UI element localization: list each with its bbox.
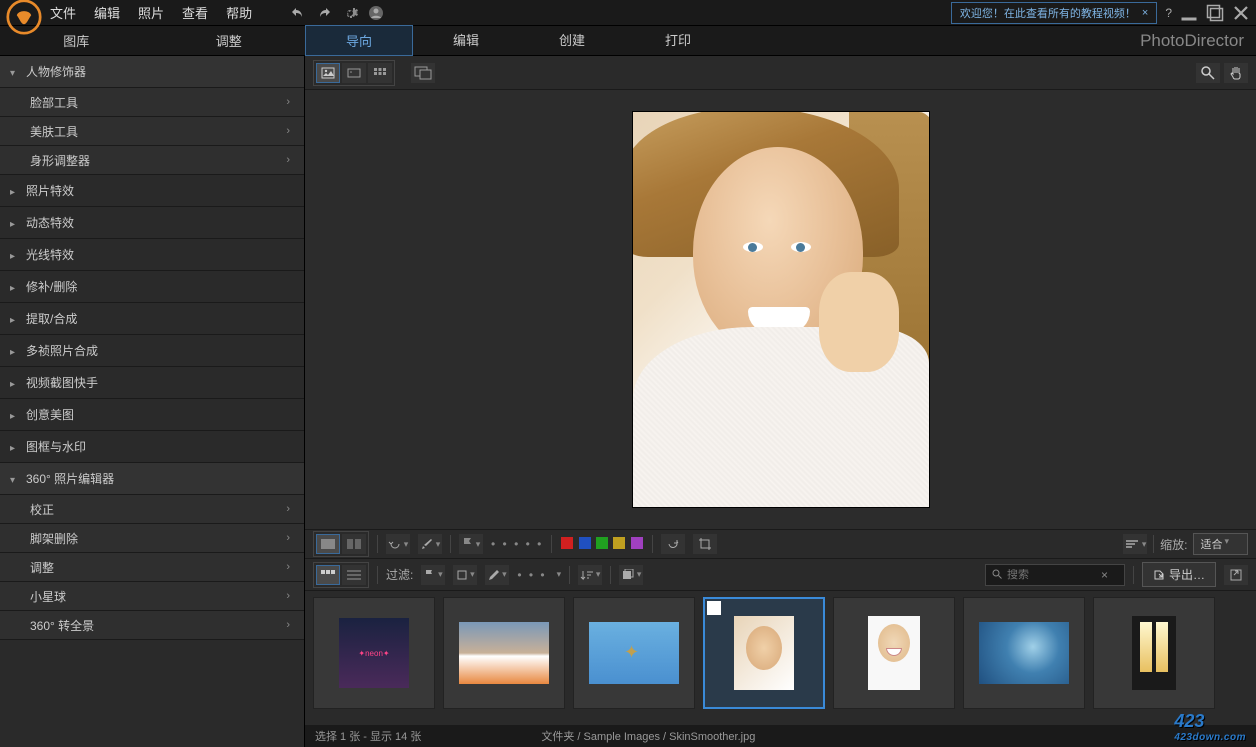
thumbnail-5[interactable] [833, 597, 955, 709]
search-box[interactable]: × [985, 564, 1125, 586]
sidebar-body-shaper[interactable]: 身形调整器› [0, 146, 304, 175]
sort-order-icon[interactable]: ▾ [578, 565, 602, 585]
status-path: 文件夹 / Sample Images / SkinSmoother.jpg [541, 728, 755, 744]
zoom-tool-icon[interactable] [1196, 63, 1220, 83]
main-photo [632, 111, 930, 508]
pan-tool-icon[interactable] [1224, 63, 1248, 83]
thumbnail-2[interactable] [443, 597, 565, 709]
menu-file[interactable]: 文件 [50, 3, 76, 22]
export-button[interactable]: 导出… [1142, 562, 1216, 587]
tab-adjust[interactable]: 调整 [198, 27, 260, 54]
search-clear-icon[interactable]: × [1101, 568, 1108, 582]
sidebar-360-editor[interactable]: 360° 照片编辑器 [0, 463, 304, 495]
export-icon [1153, 569, 1165, 581]
filter-label-icon[interactable]: ▾ [453, 565, 477, 585]
zoom-select[interactable]: 适合 ▾ [1193, 533, 1248, 555]
sidebar-skin-tools[interactable]: 美肤工具› [0, 117, 304, 146]
stack-icon[interactable]: ▾ [619, 565, 643, 585]
sidebar-photo-effects[interactable]: 照片特效 [0, 175, 304, 207]
welcome-text: 欢迎您！在此查看所有的教程视频！ [960, 5, 1136, 21]
maximize-button[interactable] [1206, 4, 1224, 22]
view-grid-icon[interactable] [368, 63, 392, 83]
refresh-icon[interactable] [661, 534, 685, 554]
tab-edit[interactable]: 编辑 [413, 25, 519, 56]
sidebar-360-to-panorama[interactable]: 360° 转全景› [0, 611, 304, 640]
sidebar-light-effects[interactable]: 光线特效 [0, 239, 304, 271]
share-icon[interactable] [1224, 565, 1248, 585]
menu-photo[interactable]: 照片 [138, 3, 164, 22]
view-compare-icon[interactable] [342, 63, 366, 83]
thumbnail-3[interactable]: ✦ [573, 597, 695, 709]
close-button[interactable] [1232, 4, 1250, 22]
color-labels[interactable] [560, 537, 643, 552]
view-single-icon[interactable] [316, 63, 340, 83]
layout-single-icon[interactable] [316, 534, 340, 554]
thumbnail-7[interactable] [1093, 597, 1215, 709]
search-input[interactable] [1007, 569, 1097, 581]
crop-icon[interactable] [693, 534, 717, 554]
user-icon[interactable] [368, 5, 384, 21]
selected-badge-icon [707, 601, 721, 615]
status-selection: 选择 1 张 - 显示 14 张 [315, 728, 421, 744]
menu-edit[interactable]: 编辑 [94, 3, 120, 22]
filter-flag-icon[interactable]: ▾ [421, 565, 445, 585]
sidebar-frame-watermark[interactable]: 图框与水印 [0, 431, 304, 463]
layout-split-icon[interactable] [342, 534, 366, 554]
undo-icon[interactable] [290, 5, 306, 21]
thumbnail-4[interactable] [703, 597, 825, 709]
sidebar-360-adjust[interactable]: 调整› [0, 553, 304, 582]
sidebar-360-tripod-remove[interactable]: 脚架删除› [0, 524, 304, 553]
flag-icon[interactable]: ▾ [459, 534, 483, 554]
sidebar-multi-frame[interactable]: 多祯照片合成 [0, 335, 304, 367]
sidebar: 人物修饰器 脸部工具› 美肤工具› 身形调整器› 照片特效 动态特效 光线特效 … [0, 56, 305, 747]
sidebar-360-correction[interactable]: 校正› [0, 495, 304, 524]
thumbnail-strip: ✦neon✦ ✦ [305, 591, 1256, 725]
label-yellow[interactable] [613, 537, 625, 549]
label-purple[interactable] [631, 537, 643, 549]
tab-library[interactable]: 图库 [45, 27, 107, 54]
thumb-view-grid-icon[interactable] [316, 565, 340, 585]
tab-create[interactable]: 创建 [519, 25, 625, 56]
tab-print[interactable]: 打印 [625, 25, 731, 56]
sidebar-animation-effects[interactable]: 动态特效 [0, 207, 304, 239]
settings-icon[interactable] [342, 5, 358, 21]
menu-view[interactable]: 查看 [182, 3, 208, 22]
welcome-banner[interactable]: 欢迎您！在此查看所有的教程视频！ × [951, 2, 1157, 24]
sidebar-creative[interactable]: 创意美图 [0, 399, 304, 431]
zoom-label: 缩放: [1160, 536, 1187, 553]
app-logo-icon [6, 0, 42, 35]
minimize-button[interactable] [1180, 4, 1198, 22]
brand-label: PhotoDirector [1140, 31, 1244, 51]
main-menu: 文件 编辑 照片 查看 帮助 [50, 3, 252, 22]
filter-rating[interactable]: • • • [517, 568, 546, 582]
sort-icon[interactable]: ▾ [1123, 534, 1147, 554]
thumbnail-1[interactable]: ✦neon✦ [313, 597, 435, 709]
sidebar-360-little-planet[interactable]: 小星球› [0, 582, 304, 611]
thumb-view-list-icon[interactable] [342, 565, 366, 585]
rotate-icon[interactable]: ▾ [386, 534, 410, 554]
label-blue[interactable] [579, 537, 591, 549]
label-green[interactable] [596, 537, 608, 549]
help-button[interactable]: ? [1165, 6, 1172, 20]
secondary-monitor-icon[interactable] [411, 63, 435, 83]
thumbnail-6[interactable] [963, 597, 1085, 709]
menu-help[interactable]: 帮助 [226, 3, 252, 22]
label-red[interactable] [561, 537, 573, 549]
sidebar-face-tools[interactable]: 脸部工具› [0, 88, 304, 117]
rating-dots[interactable]: • • • • • [491, 537, 543, 551]
sidebar-people-retouch[interactable]: 人物修饰器 [0, 56, 304, 88]
sidebar-video-capture[interactable]: 视频截图快手 [0, 367, 304, 399]
welcome-close-button[interactable]: × [1142, 7, 1148, 19]
canvas-viewport[interactable] [305, 90, 1256, 529]
redo-icon[interactable] [316, 5, 332, 21]
filter-edited-icon[interactable]: ▾ [485, 565, 509, 585]
filter-label: 过滤: [386, 566, 413, 583]
tab-guided[interactable]: 导向 [305, 25, 413, 56]
sidebar-extract-compose[interactable]: 提取/合成 [0, 303, 304, 335]
sidebar-repair-remove[interactable]: 修补/删除 [0, 271, 304, 303]
search-icon [992, 569, 1003, 580]
brush-icon[interactable]: ▾ [418, 534, 442, 554]
